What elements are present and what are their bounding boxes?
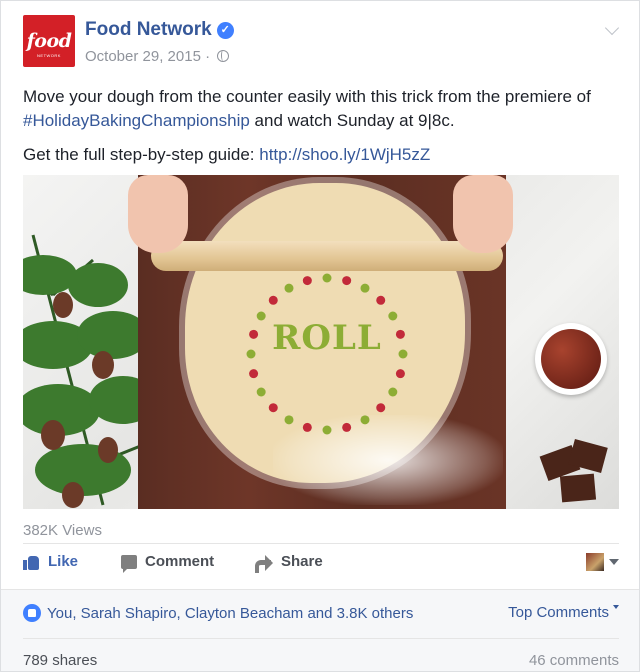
ring-dot [268, 295, 278, 305]
pecans [541, 329, 601, 389]
post-meta: October 29, 2015 · [85, 48, 230, 65]
post-header: food NETWORK Food Network ✓ October 29, 2… [23, 15, 621, 71]
ring-dot [256, 387, 266, 397]
share-button[interactable]: Share [255, 553, 323, 573]
page-avatar[interactable]: food NETWORK [23, 15, 75, 67]
share-icon [255, 554, 273, 573]
post-card: food NETWORK Food Network ✓ October 29, 2… [0, 0, 640, 672]
ring-dot [395, 369, 405, 379]
avatar-logo: food [26, 30, 72, 52]
caret-down-icon [613, 605, 619, 609]
ring-dot [284, 415, 294, 425]
reactions-section: You, Sarah Shapiro, Clayton Beacham and … [1, 589, 639, 671]
comment-label: Comment [145, 553, 215, 570]
divider [23, 638, 619, 639]
like-badge-icon [23, 604, 41, 622]
guide-link[interactable]: http://shoo.ly/1WjH5zZ [259, 145, 430, 164]
post-text-part: and watch Sunday at 9|8c. [249, 111, 455, 130]
meta-separator: · [205, 48, 211, 65]
comment-icon [121, 554, 137, 573]
ring-dot [376, 295, 386, 305]
ring-dot [284, 283, 294, 293]
likes-text[interactable]: You, Sarah Shapiro, Clayton Beacham and … [47, 605, 413, 622]
viewer-avatar [586, 553, 604, 571]
ring-dot [342, 422, 352, 432]
ring-dot [388, 387, 398, 397]
overlay-roll-text: ROLL [272, 318, 382, 358]
post-paragraph-2: Get the full step-by-step guide: http://… [23, 143, 623, 167]
like-icon [23, 554, 40, 570]
ring-dot [360, 415, 370, 425]
page-name[interactable]: Food Network [85, 19, 212, 40]
post-date[interactable]: October 29, 2015 [85, 48, 201, 65]
hashtag-link[interactable]: #HolidayBakingChampionship [23, 111, 250, 130]
ring-dot [322, 425, 332, 435]
comment-button[interactable]: Comment [121, 553, 215, 573]
view-count: 382K Views [23, 522, 102, 539]
shares-count[interactable]: 789 shares [23, 652, 97, 669]
reaction-as-selector[interactable] [586, 553, 619, 571]
chocolate-piece [559, 473, 597, 503]
top-comments-dropdown[interactable]: Top Comments [508, 604, 619, 621]
avatar-logo-subtext: NETWORK [37, 53, 61, 58]
right-hand [453, 175, 513, 253]
ring-dot [342, 276, 352, 286]
left-hand [128, 175, 188, 253]
ring-dot [249, 369, 259, 379]
likes-summary[interactable]: You, Sarah Shapiro, Clayton Beacham and … [23, 604, 413, 622]
post-video[interactable]: ROLL [23, 175, 619, 509]
ring-dot [302, 422, 312, 432]
ring-dot [360, 283, 370, 293]
post-text-part: Move your dough from the counter easily … [23, 87, 591, 106]
chevron-down-icon[interactable] [604, 20, 620, 36]
verified-icon: ✓ [216, 22, 234, 39]
share-label: Share [281, 553, 323, 570]
ring-dot [302, 276, 312, 286]
post-text: Move your dough from the counter easily … [23, 85, 623, 177]
top-comments-label: Top Comments [508, 604, 609, 621]
comments-count[interactable]: 46 comments [529, 652, 619, 669]
like-label: Like [48, 553, 79, 570]
post-text-part: Get the full step-by-step guide: [23, 145, 260, 164]
globe-icon [217, 50, 230, 62]
ring-dot [376, 403, 386, 413]
page-name-link[interactable]: Food Network ✓ [85, 19, 234, 41]
like-button[interactable]: Like [23, 553, 78, 570]
ring-dot [322, 273, 332, 283]
action-bar: Like Comment Share [23, 553, 619, 575]
rolling-pin [151, 241, 503, 271]
caret-down-icon [609, 559, 619, 565]
ring-dot [268, 403, 278, 413]
divider [23, 543, 619, 544]
post-paragraph-1: Move your dough from the counter easily … [23, 85, 623, 133]
